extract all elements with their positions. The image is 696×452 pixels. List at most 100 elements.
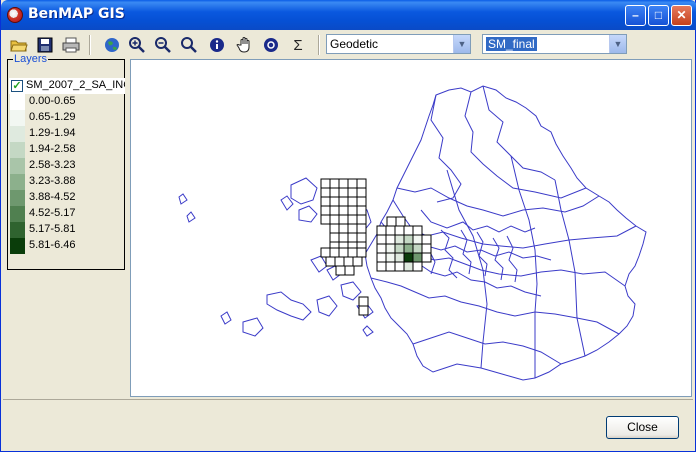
grid-cell [356, 187, 367, 198]
legend-item: 1.29-1.94 [9, 126, 125, 142]
grid-cell [394, 252, 405, 263]
grid-cell [356, 196, 367, 207]
maximize-button[interactable]: □ [648, 5, 669, 26]
globe-icon[interactable] [101, 34, 123, 56]
zoom-icon[interactable] [178, 34, 200, 56]
zoom-out-icon[interactable] [152, 34, 174, 56]
sigma-symbol: Σ [293, 36, 303, 54]
layers-group-label: Layers [13, 53, 49, 65]
grid-cell [412, 234, 423, 245]
legend-label: 0.65-1.29 [29, 111, 76, 123]
grid-cell [343, 256, 354, 267]
grid-cell [329, 178, 340, 189]
grid-cell [376, 261, 387, 272]
grid-cell [347, 214, 358, 225]
grid-cell [376, 243, 387, 254]
legend-label: 3.23-3.88 [29, 175, 76, 187]
grid-cell [338, 223, 349, 234]
grid-cell [421, 234, 432, 245]
chevron-down-icon[interactable]: ▼ [609, 35, 626, 53]
layer-name: SM_2007_2_SA_INC [26, 79, 125, 91]
grid-cell [347, 247, 358, 258]
grid-cell [352, 256, 363, 267]
grid-cell [376, 252, 387, 263]
zoom-in-icon[interactable] [126, 34, 148, 56]
grid-cell [338, 205, 349, 216]
grid-cell [347, 205, 358, 216]
close-window-button[interactable]: ✕ [671, 5, 692, 26]
grid-cell [376, 234, 387, 245]
chevron-down-icon[interactable]: ▼ [453, 35, 470, 53]
grid-cell [385, 225, 396, 236]
toolbar-separator [89, 35, 91, 55]
grid-cell [329, 232, 340, 243]
grid-cell [338, 196, 349, 207]
grid-cell [403, 243, 414, 254]
info-icon[interactable] [206, 34, 228, 56]
projection-select[interactable]: Geodetic ▼ [326, 34, 471, 54]
legend-swatch [10, 158, 25, 174]
grid-cell [344, 265, 355, 276]
legend-label: 2.58-3.23 [29, 159, 76, 171]
benmap-gis-window: BenMAP GIS – □ ✕ Σ Geodetic ▼ SM_final ▼… [0, 0, 696, 452]
title-bar: BenMAP GIS – □ ✕ [1, 0, 696, 30]
minimize-button[interactable]: – [625, 5, 646, 26]
grid-cell [421, 252, 432, 263]
grid-cell [329, 214, 340, 225]
grid-cell [356, 178, 367, 189]
legend-label: 1.94-2.58 [29, 143, 76, 155]
grid-cell [320, 214, 331, 225]
close-button[interactable]: Close [606, 416, 679, 439]
grid-cell [356, 232, 367, 243]
grid-cell [320, 178, 331, 189]
grid-cell [347, 178, 358, 189]
grid-cell [320, 187, 331, 198]
print-icon[interactable] [60, 34, 82, 56]
legend-label: 3.88-4.52 [29, 191, 76, 203]
grid-cell [403, 261, 414, 272]
grid-cell [412, 252, 423, 263]
layer-visibility-checkbox[interactable]: ✓ [11, 80, 23, 92]
pan-hand-icon[interactable] [234, 34, 256, 56]
map-drawing [178, 85, 647, 381]
layer-select[interactable]: SM_final ▼ [482, 34, 627, 54]
legend-swatch [10, 190, 25, 206]
grid-cell [338, 187, 349, 198]
legend-item: 5.17-5.81 [9, 222, 125, 238]
grid-cell [325, 256, 336, 267]
grid-cell [356, 247, 367, 258]
layers-panel: Layers ✓ SM_2007_2_SA_INC 0.00-0.65 0.65-… [7, 53, 125, 270]
grid-cell [347, 223, 358, 234]
grid-cell [394, 234, 405, 245]
grid-cell [403, 225, 414, 236]
toolbar-separator [318, 35, 320, 55]
grid-cell [338, 178, 349, 189]
projection-value: Geodetic [330, 37, 379, 51]
legend-label: 4.52-5.17 [29, 207, 76, 219]
map-canvas[interactable] [130, 59, 692, 397]
query-icon[interactable] [260, 34, 282, 56]
legend-swatch [10, 206, 25, 222]
sigma-icon[interactable]: Σ [287, 34, 309, 56]
grid-cell [412, 261, 423, 272]
legend-swatch [10, 142, 25, 158]
legend-swatch [10, 94, 25, 110]
legend-item: 5.81-6.46 [9, 238, 125, 254]
legend-item: 1.94-2.58 [9, 142, 125, 158]
legend-swatch [10, 110, 25, 126]
legend-item: 4.52-5.17 [9, 206, 125, 222]
grid-cell [338, 247, 349, 258]
grid-cell [358, 305, 369, 316]
grid-cell [412, 225, 423, 236]
grid-cell [421, 243, 432, 254]
grid-cell [385, 234, 396, 245]
grid-cell [356, 214, 367, 225]
grid-cell [385, 252, 396, 263]
legend-swatch [10, 126, 25, 142]
grid-cell [385, 261, 396, 272]
legend-item: 0.65-1.29 [9, 110, 125, 126]
grid-cell [356, 205, 367, 216]
legend-swatch [10, 222, 25, 238]
grid-cell [329, 223, 340, 234]
layer-item[interactable]: ✓ SM_2007_2_SA_INC [9, 78, 125, 94]
